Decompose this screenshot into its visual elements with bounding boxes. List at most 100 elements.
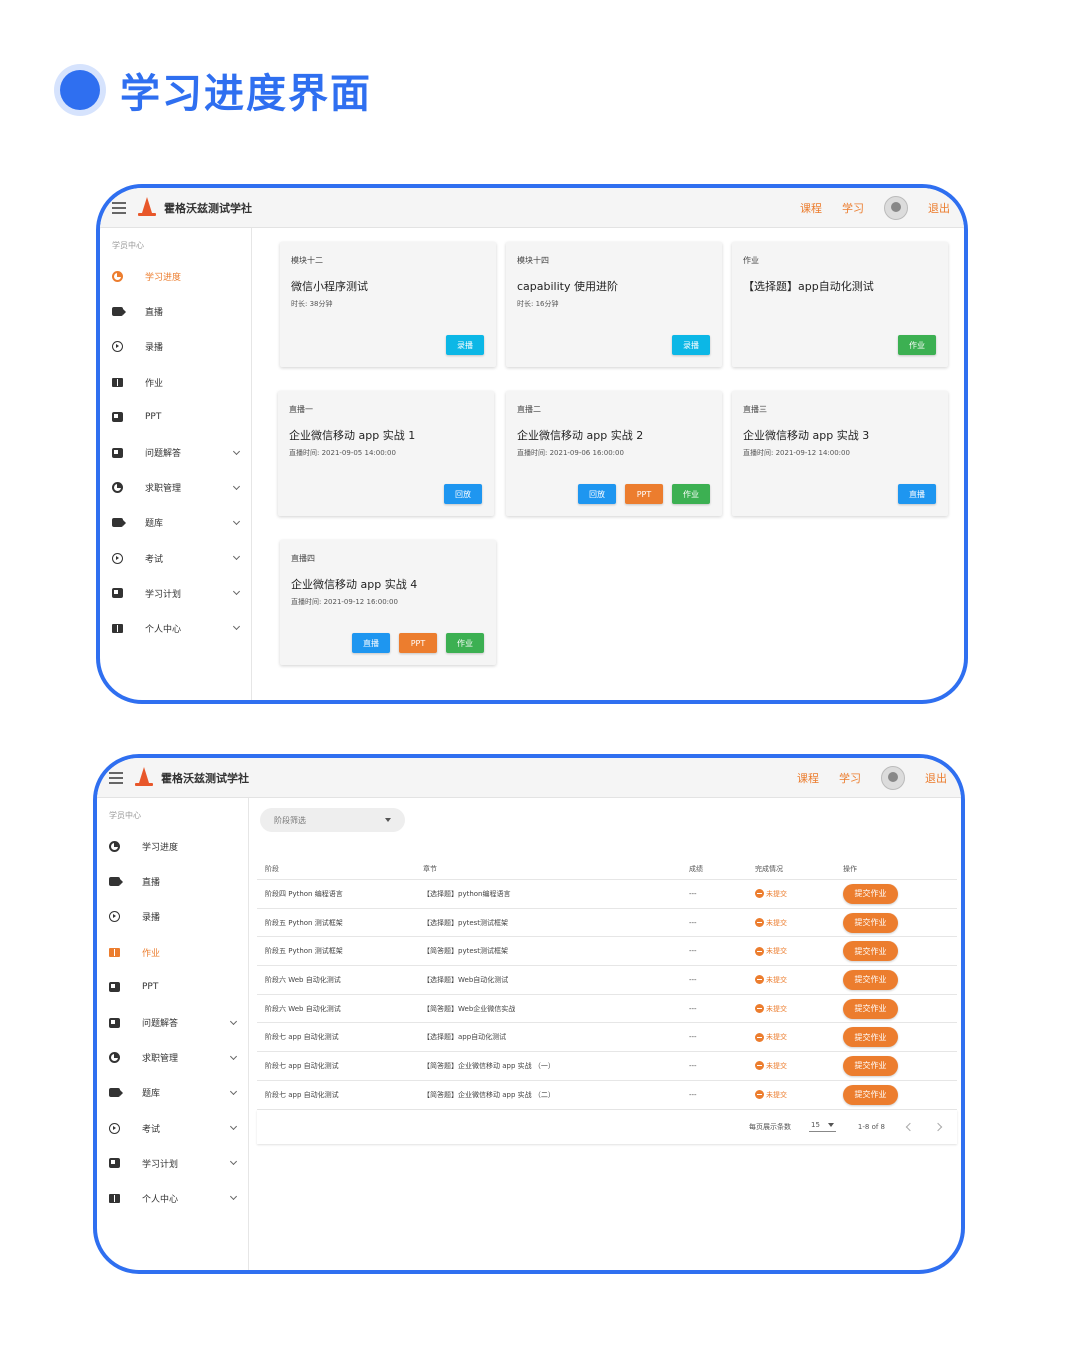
sidebar-item-label: 直播: [145, 308, 164, 319]
camera-icon: [112, 518, 126, 528]
sidebar-item[interactable]: 问题解答: [100, 435, 251, 470]
stage-filter-select[interactable]: 阶段筛选: [260, 808, 405, 832]
sidebar-item[interactable]: 题库: [97, 1075, 248, 1110]
sidebar-item-label: 求职管理: [142, 1054, 179, 1065]
course-card: 模块十二 微信小程序测试 时长: 38分钟 录播: [280, 242, 496, 367]
sidebar-item[interactable]: PPT: [97, 970, 248, 1005]
book-icon: [112, 377, 123, 387]
card-action-button[interactable]: 直播: [898, 484, 936, 504]
nav-courses[interactable]: 课程: [797, 770, 819, 786]
sidebar-item-label: 考试: [142, 1124, 161, 1135]
sidebar-item[interactable]: 考试: [100, 541, 251, 576]
cell-action: 提交作业: [843, 969, 957, 990]
submit-homework-button[interactable]: 提交作业: [843, 969, 898, 990]
sidebar-item[interactable]: 录播: [100, 329, 251, 364]
sidebar-item[interactable]: 作业: [100, 365, 251, 400]
cell-chapter: 【选择题】app自动化测试: [423, 1033, 507, 1042]
card-buttons: 录播: [672, 335, 710, 355]
sidebar-item[interactable]: 作业: [97, 935, 248, 970]
nav-learning[interactable]: 学习: [839, 770, 861, 786]
chevron-down-icon: [232, 553, 241, 561]
sidebar-item-label: PPT: [142, 982, 159, 993]
status-badge: 未提交: [755, 975, 843, 985]
sidebar-item[interactable]: 题库: [100, 505, 251, 540]
card-title: 企业微信移动 app 实战 1: [289, 429, 416, 442]
nav-logout[interactable]: 退出: [925, 770, 947, 786]
sidebar: 学员中心 学习进度 直播 录播 作业 PPT 问题解答 求职管理 题库 考试 学习计划 个人中心: [100, 228, 252, 700]
menu-icon[interactable]: [109, 771, 123, 784]
status-badge: 未提交: [755, 1090, 843, 1100]
sidebar-item[interactable]: 个人中心: [100, 611, 251, 646]
rows-per-page-label: 每页展示条数: [748, 1122, 791, 1131]
submit-homework-button[interactable]: 提交作业: [843, 912, 898, 933]
sidebar-item[interactable]: 录播: [97, 899, 248, 934]
status-badge: 未提交: [755, 1032, 843, 1042]
sidebar-item-label: 直播: [142, 878, 161, 889]
nav-logout[interactable]: 退出: [928, 200, 950, 216]
nav-courses[interactable]: 课程: [800, 200, 822, 216]
cell-action: 提交作业: [843, 883, 957, 904]
page-range: 1-8 of 8: [857, 1122, 885, 1131]
status-badge: 未提交: [755, 1004, 843, 1014]
status-text: 未提交: [766, 975, 787, 984]
sidebar-item[interactable]: 直播: [100, 294, 251, 329]
cell-score: ---: [689, 918, 697, 927]
card-action-button[interactable]: 作业: [672, 484, 710, 504]
card-action-button[interactable]: 作业: [446, 633, 484, 653]
sidebar-item[interactable]: 学习进度: [97, 829, 248, 864]
card-action-button[interactable]: PPT: [399, 633, 437, 653]
card-tag: 模块十二: [291, 256, 323, 265]
cell-stage: 阶段七 app 自动化测试: [265, 1090, 339, 1099]
sidebar-item[interactable]: 学习进度: [100, 259, 251, 294]
sidebar-item[interactable]: 个人中心: [97, 1181, 248, 1216]
camera-icon: [112, 307, 126, 317]
card-action-button[interactable]: PPT: [625, 484, 663, 504]
card-action-button[interactable]: 回放: [578, 484, 616, 504]
cell-status: 未提交: [755, 1004, 843, 1014]
card-action-button[interactable]: 作业: [898, 335, 936, 355]
next-page-icon[interactable]: [933, 1122, 943, 1131]
submit-homework-button[interactable]: 提交作业: [843, 1084, 898, 1105]
cell-stage: 阶段七 app 自动化测试: [265, 1061, 339, 1070]
sidebar-item[interactable]: 考试: [97, 1111, 248, 1146]
nav-learning[interactable]: 学习: [842, 200, 864, 216]
sidebar-item-label: 学习进度: [142, 843, 179, 854]
submit-homework-button[interactable]: 提交作业: [843, 941, 898, 962]
pie-icon: [109, 1052, 120, 1064]
play-icon: [109, 1122, 120, 1134]
cell-status: 未提交: [755, 1090, 843, 1100]
avatar[interactable]: [881, 765, 905, 790]
sidebar-item[interactable]: 问题解答: [97, 1005, 248, 1040]
submit-homework-button[interactable]: 提交作业: [843, 1027, 898, 1048]
cell-chapter: 【选择题】python编程语言: [423, 889, 511, 898]
status-badge: 未提交: [755, 1061, 843, 1071]
card-action-button[interactable]: 录播: [672, 335, 710, 355]
sidebar-item[interactable]: 学习计划: [100, 576, 251, 611]
book-icon: [112, 623, 123, 633]
cell-stage: 阶段六 Web 自动化测试: [265, 1004, 341, 1013]
submit-homework-button[interactable]: 提交作业: [843, 883, 898, 904]
cell-stage: 阶段五 Python 测试框架: [265, 918, 343, 927]
sidebar-item-label: 求职管理: [145, 484, 182, 495]
sidebar-item[interactable]: 求职管理: [97, 1040, 248, 1075]
card-action-button[interactable]: 直播: [352, 633, 390, 653]
menu-icon[interactable]: [112, 201, 126, 214]
card-action-button[interactable]: 录播: [446, 335, 484, 355]
chevron-down-icon: [232, 623, 241, 631]
submit-homework-button[interactable]: 提交作业: [843, 998, 898, 1019]
sidebar-item[interactable]: 学习计划: [97, 1146, 248, 1181]
avatar[interactable]: [884, 195, 908, 220]
prev-page-icon[interactable]: [905, 1122, 915, 1131]
sidebar-item[interactable]: 直播: [97, 864, 248, 899]
cell-chapter: 【简答题】企业微信移动 app 实战 （二）: [423, 1090, 555, 1099]
rows-per-page-select[interactable]: 15: [808, 1121, 836, 1132]
submit-homework-button[interactable]: 提交作业: [843, 1055, 898, 1076]
card-action-button[interactable]: 回放: [444, 484, 482, 504]
chevron-down-icon: [229, 1158, 238, 1166]
cell-action: 提交作业: [843, 1084, 957, 1105]
card-buttons: 录播: [446, 335, 484, 355]
sidebar-item[interactable]: 求职管理: [100, 470, 251, 505]
minus-circle-icon: [755, 1061, 764, 1071]
sidebar-title: 学员中心: [109, 811, 141, 820]
sidebar-item[interactable]: PPT: [100, 400, 251, 435]
